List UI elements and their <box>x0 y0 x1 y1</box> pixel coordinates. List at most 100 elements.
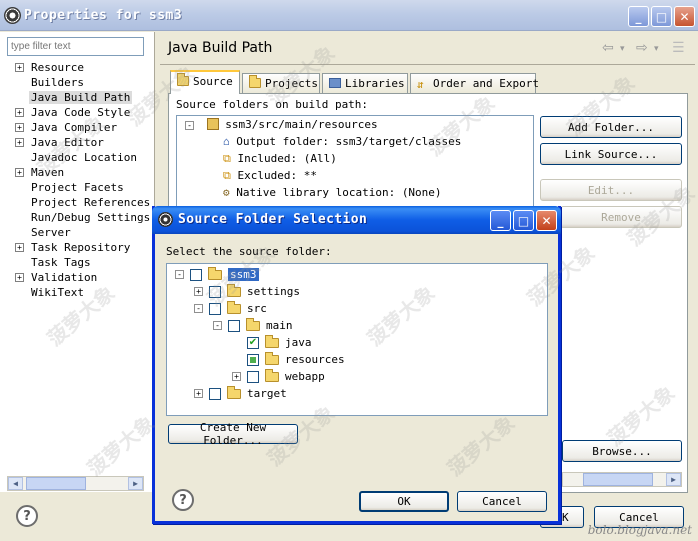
folder-checkbox[interactable] <box>209 302 221 315</box>
expand-icon[interactable]: + <box>15 63 24 72</box>
sidebar-item[interactable]: + Java Code Style <box>0 105 155 120</box>
close-button[interactable]: ✕ <box>674 6 695 27</box>
folder-tree-row[interactable]: + webapp <box>232 368 325 385</box>
sidebar-item[interactable]: + Task Repository <box>0 240 155 255</box>
sidebar-item[interactable]: Javadoc Location <box>0 150 155 165</box>
sidebar-item[interactable]: Run/Debug Settings <box>0 210 155 225</box>
sidebar-item-label: Project Facets <box>31 181 124 194</box>
folder-tree-row[interactable]: resources <box>232 351 345 368</box>
back-arrow-icon[interactable]: ⇦ <box>602 40 614 56</box>
sidebar-item[interactable]: Java Build Path <box>0 90 155 105</box>
sidebar-item[interactable]: Task Tags <box>0 255 155 270</box>
scroll-right-icon[interactable]: ▶ <box>666 473 681 486</box>
folder-checkbox[interactable] <box>247 370 259 383</box>
folder-checkbox[interactable] <box>190 268 202 281</box>
sidebar-item[interactable]: WikiText <box>0 285 155 300</box>
included-filter-icon: ⧉ <box>223 152 231 165</box>
sidebar-item[interactable]: Project Facets <box>0 180 155 195</box>
folder-icon <box>227 283 241 297</box>
expand-icon[interactable]: + <box>15 138 24 147</box>
sidebar-item[interactable]: + Maven <box>0 165 155 180</box>
expand-icon[interactable]: + <box>15 168 24 177</box>
scroll-left-icon[interactable]: ◀ <box>8 477 23 490</box>
forward-arrow-icon[interactable]: ⇨ <box>636 40 648 56</box>
dialog-cancel-button[interactable]: Cancel <box>457 491 547 512</box>
folder-icon <box>227 385 241 399</box>
included-row[interactable]: ⧉ Included: (All) <box>223 152 337 169</box>
dialog-maximize-button[interactable]: □ <box>513 210 534 231</box>
add-folder-button[interactable]: Add Folder... <box>540 116 682 138</box>
maximize-button[interactable]: □ <box>651 6 672 27</box>
tab-order-export[interactable]: ⇵ Order and Export <box>410 73 539 93</box>
expand-icon[interactable]: + <box>232 372 241 381</box>
expand-icon[interactable]: + <box>194 389 203 398</box>
folder-checkbox[interactable] <box>247 353 259 366</box>
browse-button[interactable]: Browse... <box>562 440 682 462</box>
sidebar-item[interactable]: Server <box>0 225 155 240</box>
expand-icon[interactable]: + <box>15 243 24 252</box>
folder-tree-row[interactable]: + settings <box>194 283 300 300</box>
dialog-minimize-button[interactable]: _ <box>490 210 511 231</box>
scroll-thumb[interactable] <box>583 473 653 486</box>
minimize-button[interactable]: _ <box>628 6 649 27</box>
scroll-thumb[interactable] <box>26 477 86 490</box>
source-folder-row[interactable]: - ssm3/src/main/resources <box>185 118 378 135</box>
output-folder-row[interactable]: ⌂ Output folder: ssm3/target/classes <box>223 135 461 152</box>
dialog-close-button[interactable]: ✕ <box>536 210 557 231</box>
create-new-folder-button[interactable]: Create New Folder... <box>168 421 298 447</box>
sidebar-item[interactable]: Project References <box>0 195 155 210</box>
sidebar-item[interactable]: + Java Editor <box>0 135 155 150</box>
sidebar-item[interactable]: Builders <box>0 75 155 90</box>
expand-icon[interactable]: + <box>15 273 24 282</box>
folder-tree[interactable]: - ssm3 + settings - src - main ✔ java resources + we… <box>166 263 548 416</box>
tab-projects[interactable]: Projects <box>242 73 320 93</box>
page-title: Java Build Path <box>168 40 273 56</box>
collapse-icon[interactable]: - <box>194 304 203 313</box>
expand-icon[interactable]: + <box>15 108 24 117</box>
excluded-label: Excluded: ** <box>237 169 317 182</box>
source-folders-tree[interactable]: - ssm3/src/main/resources ⌂ Output folde… <box>176 115 534 207</box>
folder-label: webapp <box>285 370 325 383</box>
folder-tree-row[interactable]: ✔ java <box>232 334 312 351</box>
expand-icon[interactable]: + <box>194 287 203 296</box>
tab-source[interactable]: Source <box>170 70 240 94</box>
back-menu-icon[interactable]: ▾ <box>620 44 625 54</box>
dialog-ok-button[interactable]: OK <box>359 491 449 512</box>
native-library-label: Native library location: (None) <box>236 186 442 199</box>
folder-tree-row[interactable]: + target <box>194 385 287 402</box>
tab-horizontal-scrollbar[interactable]: ▶ <box>562 472 682 487</box>
forward-menu-icon[interactable]: ▾ <box>654 44 659 54</box>
dialog-help-icon[interactable]: ? <box>172 489 194 511</box>
help-icon[interactable]: ? <box>16 505 38 527</box>
collapse-icon[interactable]: - <box>185 121 194 130</box>
sidebar-item-label: Javadoc Location <box>31 151 137 164</box>
link-source-button[interactable]: Link Source... <box>540 143 682 165</box>
left-horizontal-scrollbar[interactable]: ◀ ▶ <box>7 476 144 491</box>
dialog-titlebar: Source Folder Selection _ □ ✕ <box>152 206 561 234</box>
sidebar-item[interactable]: + Resource <box>0 60 155 75</box>
filter-input[interactable] <box>7 37 144 56</box>
collapse-icon[interactable]: - <box>175 270 184 279</box>
folder-checkbox[interactable] <box>209 387 221 400</box>
native-library-row[interactable]: ⚙ Native library location: (None) <box>223 186 442 203</box>
view-menu-icon[interactable]: ☰ <box>672 40 685 56</box>
folder-tree-row[interactable]: - src <box>194 300 267 317</box>
expand-icon[interactable]: + <box>15 123 24 132</box>
collapse-icon[interactable]: - <box>213 321 222 330</box>
excluded-row[interactable]: ⧉ Excluded: ** <box>223 169 317 186</box>
tab-libraries[interactable]: Libraries <box>322 73 408 93</box>
dialog-title: Source Folder Selection <box>178 212 368 227</box>
sidebar-item[interactable]: + Java Compiler <box>0 120 155 135</box>
window-title: Properties for ssm3 <box>24 8 183 23</box>
folder-checkbox[interactable] <box>228 319 240 332</box>
sidebar-item[interactable]: + Validation <box>0 270 155 285</box>
sidebar-item-label: Server <box>31 226 71 239</box>
sidebar-item-label: Run/Debug Settings <box>31 211 151 224</box>
remove-button[interactable]: Remove <box>560 206 682 228</box>
folder-checkbox[interactable]: ✔ <box>247 336 259 349</box>
edit-button[interactable]: Edit... <box>540 179 682 201</box>
folder-tree-row[interactable]: - main <box>213 317 293 334</box>
folder-checkbox[interactable] <box>209 285 221 298</box>
scroll-right-icon[interactable]: ▶ <box>128 477 143 490</box>
folder-tree-row[interactable]: - ssm3 <box>175 266 259 283</box>
